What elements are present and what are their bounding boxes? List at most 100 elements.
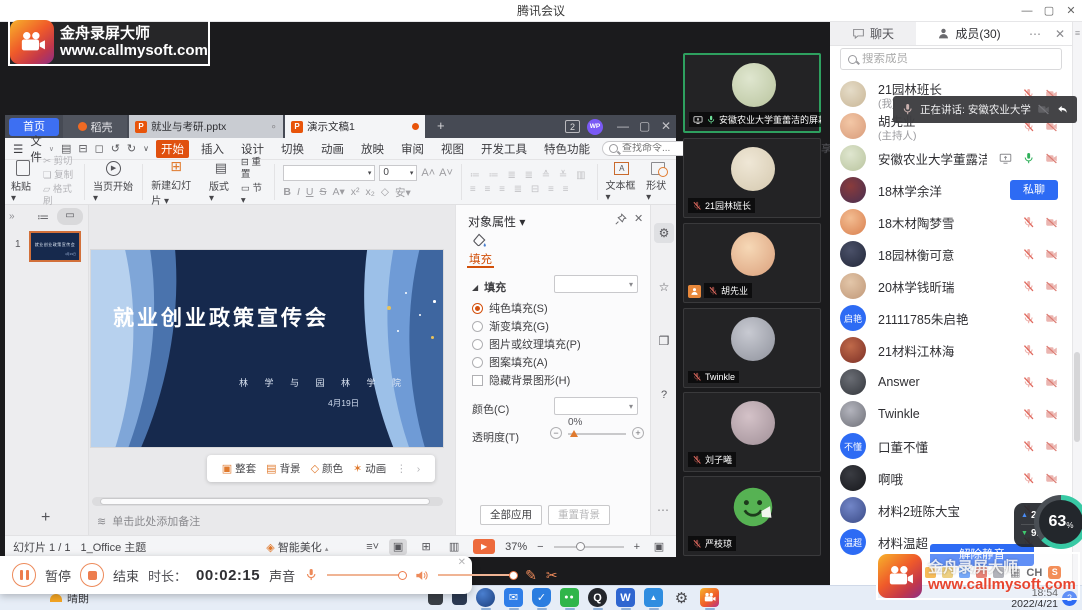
member-row[interactable]: 18木材陶梦雪 — [830, 206, 1072, 238]
beautify-background-button[interactable]: ▤背景 — [266, 461, 300, 476]
tray-app-icon[interactable] — [942, 567, 953, 578]
hide-background-checkbox[interactable]: 隐藏背景图形(H) — [472, 372, 570, 388]
underline-button[interactable]: U — [306, 186, 314, 198]
unmute-button[interactable]: 解除静音 — [930, 544, 1034, 566]
member-row[interactable]: 启艳 21111785朱启艳 — [830, 302, 1072, 334]
tray-app-icon[interactable] — [976, 567, 987, 578]
add-slide-button[interactable]: + — [41, 509, 50, 527]
mic-icon[interactable] — [304, 568, 318, 582]
outline-view-icon[interactable]: ≔ — [37, 210, 49, 224]
fill-option-gradient[interactable]: 渐变填充(G) — [472, 318, 549, 334]
zoom-out-button[interactable]: − — [537, 541, 543, 553]
browser-icon[interactable] — [476, 588, 495, 610]
textbox-button[interactable]: A文本框 ▾ — [606, 162, 639, 203]
zoom-slider[interactable] — [554, 546, 624, 548]
member-row-hovered[interactable]: 18林学余洋 私聊 — [830, 174, 1072, 206]
subscript-button[interactable]: x₂ — [366, 186, 375, 198]
normal-view-icon[interactable]: ▣ — [389, 539, 407, 555]
mic-off-icon[interactable] — [1022, 280, 1035, 293]
camera-off-icon[interactable] — [1045, 472, 1058, 485]
recorder-close-icon[interactable]: ✕ — [458, 557, 466, 568]
scissors-clip-icon[interactable]: ✂ — [546, 567, 558, 584]
pause-button[interactable] — [12, 563, 36, 587]
mic-off-icon[interactable] — [1022, 376, 1035, 389]
new-tab-button[interactable]: + — [437, 118, 445, 133]
zoom-knob-icon[interactable] — [576, 542, 585, 551]
member-row[interactable]: Twinkle — [830, 398, 1072, 430]
mail-icon[interactable]: ✉ — [504, 588, 523, 610]
font-size-combo[interactable]: 0▾ — [379, 165, 417, 181]
window-count-badge[interactable]: 2 — [565, 120, 580, 133]
camera-off-icon[interactable] — [1045, 216, 1058, 229]
notes-toggle-icon[interactable]: ≡˅ — [366, 541, 379, 553]
camera-off-icon[interactable] — [1045, 248, 1058, 261]
command-search-input[interactable] — [622, 143, 692, 154]
ribbon-tab-view[interactable]: 视图 — [436, 140, 469, 158]
tray-app-icon[interactable] — [925, 567, 936, 578]
tab-members-active[interactable]: 成员(30) — [916, 22, 1022, 45]
camera-off-icon[interactable] — [1045, 312, 1058, 325]
minimize-button[interactable]: — — [1016, 0, 1038, 22]
photos-icon[interactable]: ▲ — [644, 588, 663, 610]
fill-option-solid[interactable]: 纯色填充(S) — [472, 300, 548, 316]
redo-icon[interactable]: ↻ — [127, 142, 136, 155]
mic-off-icon[interactable] — [1022, 344, 1035, 357]
superscript-button[interactable]: x² — [351, 186, 360, 198]
theme-name[interactable]: 1_Office 主题 — [80, 539, 146, 555]
undo-icon[interactable]: ↺ — [111, 142, 120, 155]
text-effect-button[interactable]: 安▾ — [395, 185, 411, 200]
wps-w-icon[interactable]: W — [616, 588, 635, 610]
ribbon-tab-review[interactable]: 审阅 — [396, 140, 429, 158]
recorder-app-icon[interactable] — [700, 588, 719, 610]
account-avatar[interactable]: WP — [587, 119, 603, 135]
slideshow-play-button[interactable]: ▶ — [473, 539, 495, 554]
tab-docer[interactable]: 稻壳 — [63, 115, 127, 138]
tray-app-icon[interactable] — [993, 567, 1004, 578]
private-chat-button[interactable]: 私聊 — [1010, 180, 1058, 200]
close-button[interactable]: ✕ — [1060, 0, 1082, 22]
fill-style-dropdown[interactable]: ▾ — [554, 275, 638, 293]
fit-slide-icon[interactable]: ▣ — [650, 539, 668, 555]
fill-section-header[interactable]: ◢填充 — [472, 279, 506, 295]
tray-clock[interactable]: 18:542022/4/21 — [1006, 588, 1058, 610]
list-align-icons-row2[interactable]: ≡ ≡ ≡ ≣ ⊟ ≡ ≡ — [470, 184, 572, 195]
color-dropdown[interactable]: ▾ — [554, 397, 638, 415]
beautify-more-icon[interactable]: ⋮ — [396, 463, 407, 475]
video-tile[interactable]: 胡先业 — [683, 223, 821, 303]
italic-button[interactable]: I — [297, 186, 300, 198]
fill-tab[interactable]: 填充 — [469, 251, 492, 267]
properties-strip-icon[interactable]: ⚙ — [654, 223, 674, 243]
mic-off-icon[interactable] — [1022, 312, 1035, 325]
ribbon-tab-features[interactable]: 特色功能 — [539, 140, 595, 158]
ribbon-tab-animation[interactable]: 动画 — [316, 140, 349, 158]
zoom-level[interactable]: 37% — [505, 541, 527, 553]
tab-document-2-active[interactable]: P演示文稿1 — [285, 115, 425, 138]
transparency-slider[interactable] — [568, 433, 626, 435]
member-row[interactable]: 21材料江林海 — [830, 334, 1072, 366]
camera-off-icon[interactable] — [1045, 344, 1058, 357]
cut-button[interactable]: ✂ 剪切 — [43, 156, 73, 168]
font-name-combo[interactable]: ▾ — [283, 165, 375, 181]
progress-circle-widget[interactable]: 63% — [1034, 495, 1082, 549]
video-tile-sharing[interactable]: 安徽农业大学董蕾洁的屏幕共享 — [683, 53, 821, 133]
sogou-icon[interactable]: S — [1048, 566, 1061, 579]
video-tile[interactable]: 严枝琼 — [683, 476, 821, 556]
speaker-icon[interactable] — [414, 568, 429, 583]
fill-option-picture[interactable]: 图片或纹理填充(P) — [472, 336, 581, 352]
member-row[interactable]: 20林学钱昕瑞 — [830, 270, 1072, 302]
transparency-minus-button[interactable]: − — [550, 427, 562, 439]
speaker-volume-slider[interactable] — [438, 574, 516, 576]
member-row[interactable]: 安徽农业大学董露洁 — [830, 142, 1072, 174]
help-strip-icon[interactable]: ? — [654, 385, 674, 405]
ribbon-tab-home[interactable]: 开始 — [156, 140, 189, 158]
tray-app-icon[interactable] — [959, 567, 970, 578]
member-row[interactable]: 18园林衡可意 — [830, 238, 1072, 270]
sorter-view-icon[interactable]: ⊞ — [417, 539, 435, 555]
video-tile[interactable]: 21园林班长 — [683, 138, 821, 218]
member-row[interactable]: 不懂 口董不懂 — [830, 430, 1072, 462]
wechat-icon[interactable]: ●● — [560, 588, 579, 610]
ribbon-tab-slideshow[interactable]: 放映 — [356, 140, 389, 158]
slide-canvas[interactable]: 就业创业政策宣传会 林 学 与 园 林 学 院 4月19日 — [91, 250, 443, 447]
panel-more-icon[interactable]: ⋯ — [1022, 22, 1048, 45]
transparency-plus-button[interactable]: + — [632, 427, 644, 439]
